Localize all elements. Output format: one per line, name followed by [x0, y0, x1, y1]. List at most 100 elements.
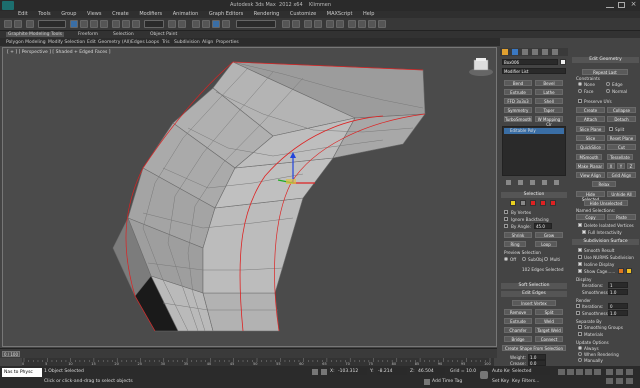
selection-rollout-title[interactable]: Selection — [501, 192, 567, 198]
play-icon[interactable] — [576, 369, 583, 375]
delete-isolated-checkbox[interactable] — [578, 223, 582, 227]
collapse-button[interactable]: Collapse — [607, 107, 636, 113]
slice-plane-button[interactable]: Slice Plane — [576, 126, 605, 132]
stack-item-editable-poly[interactable]: Editable Poly — [504, 128, 564, 134]
paste-button[interactable]: Paste — [607, 214, 636, 220]
turbosmooth-button[interactable]: TurboSmooth — [504, 116, 532, 122]
planar-x-button[interactable]: X — [607, 163, 615, 169]
constraint-edge-radio[interactable] — [606, 82, 610, 86]
graphite-toggle-icon[interactable] — [314, 20, 322, 28]
link-icon[interactable] — [26, 20, 34, 28]
mirror-icon[interactable] — [282, 20, 290, 28]
by-angle-checkbox[interactable] — [504, 224, 508, 228]
set-key-label[interactable]: Set Key — [492, 379, 509, 384]
subdivision-surface-rollout-title[interactable]: Subdivision Surface — [572, 239, 639, 245]
repeat-last-button[interactable]: Repeat Last — [582, 69, 628, 75]
motion-tab-icon[interactable] — [532, 49, 538, 55]
show-cage-checkbox[interactable] — [578, 269, 582, 273]
modifier-stack[interactable]: Editable Poly — [502, 126, 566, 176]
modifier-list-dropdown[interactable]: Modifier List — [502, 68, 566, 74]
go-to-start-icon[interactable] — [558, 369, 565, 375]
display-tab-icon[interactable] — [542, 49, 548, 55]
vertex-mode-icon[interactable] — [510, 200, 516, 206]
cage-color-1-swatch[interactable] — [618, 268, 624, 274]
next-frame-icon[interactable] — [585, 369, 592, 375]
border-mode-icon[interactable] — [530, 200, 536, 206]
display-smoothness-field[interactable]: 1.0 — [608, 289, 628, 295]
smoothing-groups-checkbox[interactable] — [578, 325, 582, 329]
ribbon-tris[interactable]: Tris — [162, 40, 170, 45]
msmooth-button[interactable]: MSmooth — [576, 154, 602, 160]
tessellate-button[interactable]: Tessellate — [607, 154, 633, 160]
layer-manager-icon[interactable] — [304, 20, 312, 28]
materials-checkbox[interactable] — [578, 332, 582, 336]
chamfer-button[interactable]: Chamfer — [504, 327, 532, 333]
update-when-rendering-radio[interactable] — [578, 352, 582, 356]
cut-button[interactable]: Cut — [607, 144, 636, 150]
connect-button[interactable]: Connect — [535, 336, 563, 342]
ribbon-subdivision[interactable]: Subdivision — [174, 40, 200, 45]
key-filters-button[interactable]: Key Filters... — [512, 379, 539, 384]
ribbon-geometry-all[interactable]: Geometry (All) — [98, 40, 131, 45]
preserve-uvs-checkbox[interactable] — [578, 99, 582, 103]
detach-button[interactable]: Detach — [607, 116, 636, 122]
ffd-button[interactable]: FFD 3x3x3 — [504, 98, 532, 104]
menu-tools[interactable]: Tools — [38, 11, 50, 18]
menu-graph-editors[interactable]: Graph Editors — [209, 11, 243, 18]
ribbon-loops[interactable]: Loops — [146, 40, 159, 45]
cage-color-2-swatch[interactable] — [626, 268, 632, 274]
bridge-button[interactable]: Bridge — [504, 336, 532, 342]
rectangular-selection-icon[interactable] — [90, 20, 98, 28]
render-iterations-field[interactable]: 0 — [608, 303, 628, 309]
material-editor-icon[interactable] — [348, 20, 356, 28]
app-logo-icon[interactable] — [2, 1, 14, 10]
remove-modifier-icon[interactable] — [542, 180, 547, 185]
spinner-snap-icon[interactable] — [222, 20, 230, 28]
configure-sets-icon[interactable] — [554, 180, 559, 185]
edit-geometry-rollout-title[interactable]: Edit Geometry — [572, 57, 639, 63]
menu-maxscript[interactable]: MAXScript — [327, 11, 353, 18]
named-selection-dropdown[interactable] — [236, 20, 276, 28]
element-mode-icon[interactable] — [550, 200, 556, 206]
remove-button[interactable]: Remove — [504, 309, 532, 315]
shrink-button[interactable]: Shrink — [504, 232, 532, 238]
menu-create[interactable]: Create — [112, 11, 129, 18]
planar-z-button[interactable]: Z — [627, 163, 635, 169]
preview-multi-radio[interactable] — [544, 257, 548, 261]
modify-tab-icon[interactable] — [512, 49, 518, 55]
bevel-button[interactable]: Bevel — [535, 80, 563, 86]
menu-customize[interactable]: Customize — [290, 11, 316, 18]
slice-button[interactable]: Slice — [576, 135, 605, 141]
perspective-viewport[interactable]: [ + ] [ Perspective ] [ Shaded + Edged F… — [2, 47, 497, 347]
ring-button[interactable]: Ring — [504, 241, 526, 247]
rendered-frame-icon[interactable] — [368, 20, 376, 28]
schematic-view-icon[interactable] — [336, 20, 344, 28]
create-tab-icon[interactable] — [502, 49, 508, 55]
show-end-result-icon[interactable] — [518, 180, 523, 185]
y-coordinate-field[interactable]: -8.214 — [377, 368, 407, 375]
tab-graphite-modeling-tools[interactable]: Graphite Modeling Tools — [6, 32, 65, 37]
update-manually-radio[interactable] — [578, 358, 582, 362]
menu-rendering[interactable]: Rendering — [254, 11, 280, 18]
smooth-result-checkbox[interactable] — [578, 248, 582, 252]
render-setup-icon[interactable] — [358, 20, 366, 28]
constraint-none-radio[interactable] — [578, 82, 582, 86]
symmetry-button[interactable]: Symmetry — [504, 107, 532, 113]
close-icon[interactable]: × — [629, 0, 638, 9]
full-interactivity-checkbox[interactable] — [582, 230, 586, 234]
ribbon-polygon-modeling[interactable]: Polygon Modeling — [6, 40, 46, 45]
shell-button[interactable]: Shell — [535, 98, 563, 104]
menu-help[interactable]: Help — [363, 11, 374, 18]
selection-filter-dropdown[interactable] — [38, 20, 66, 28]
mesh-object[interactable] — [3, 48, 498, 348]
track-bar[interactable]: 0 5 10 15 20 25 30 35 40 45 50 55 60 65 70 75 80 85 90 95 10… — [22, 358, 494, 366]
add-time-tag-icon[interactable] — [424, 379, 430, 385]
percent-snap-icon[interactable] — [212, 20, 220, 28]
object-name-field[interactable]: Box006 — [502, 59, 558, 65]
redo-icon[interactable] — [14, 20, 22, 28]
render-icon[interactable] — [378, 20, 386, 28]
add-time-tag[interactable]: Add Time Tag — [432, 379, 462, 384]
by-vertex-checkbox[interactable] — [504, 210, 508, 214]
loop-button[interactable]: Loop — [535, 241, 557, 247]
extrude-button[interactable]: Extrude — [504, 89, 532, 95]
